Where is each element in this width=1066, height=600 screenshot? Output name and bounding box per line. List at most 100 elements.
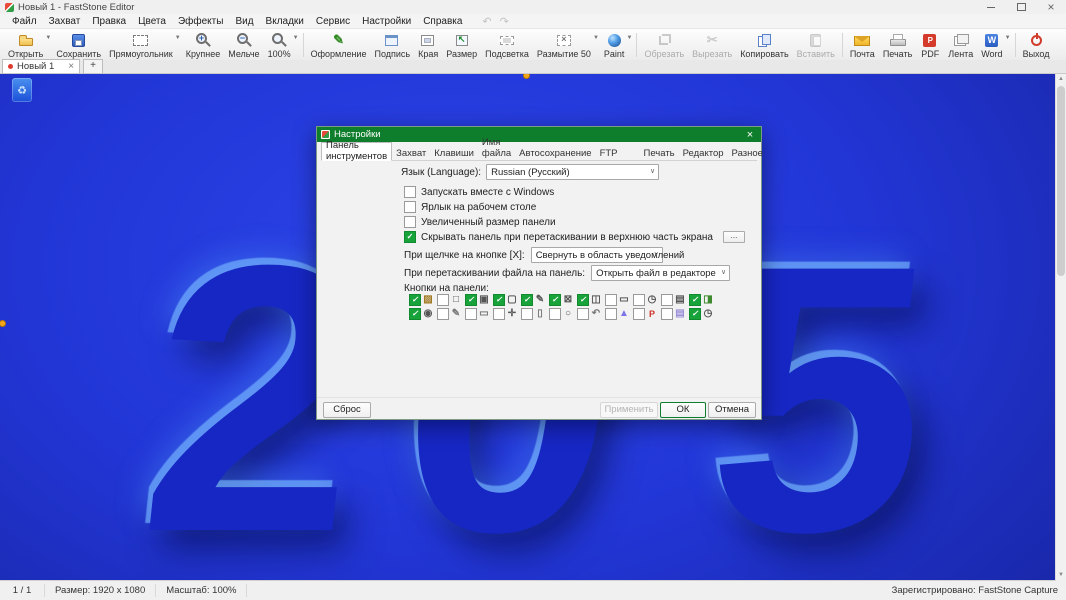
panel-button-capture-delay[interactable]: ◷ <box>633 294 658 306</box>
toolbar-button-caption[interactable]: Подпись <box>370 30 414 60</box>
selection-handle-left[interactable] <box>0 320 6 327</box>
menu-item-help[interactable]: Справка <box>417 14 468 28</box>
dialog-tab-misc[interactable]: Разное <box>728 147 767 161</box>
panel-button-combine-images[interactable]: ▤ <box>661 308 686 320</box>
menu-item-file[interactable]: Файл <box>6 14 43 28</box>
panel-button-capture-active-window[interactable]: ▣ <box>465 294 490 306</box>
document-tab[interactable]: Новый 1 × <box>2 59 80 73</box>
checkbox-screen-draw[interactable] <box>577 308 589 320</box>
reset-button[interactable]: Сброс <box>323 402 371 418</box>
panel-button-screen-recorder[interactable]: ◨ <box>689 294 714 306</box>
dropdown-arrow-icon[interactable]: ▼ <box>593 35 599 41</box>
checkbox-open-file[interactable] <box>409 294 421 306</box>
minimize-button[interactable] <box>976 0 1006 14</box>
language-select[interactable]: Russian (Русский) ∨ <box>486 164 659 180</box>
panel-button-color-picker[interactable]: ✎ <box>437 308 462 320</box>
panel-button-capture-fixed-region[interactable]: ▭ <box>605 294 630 306</box>
menu-item-service[interactable]: Сервис <box>310 14 356 28</box>
dropdown-arrow-icon[interactable]: ▼ <box>45 35 51 41</box>
panel-button-screen-magnifier[interactable]: ○ <box>549 308 574 320</box>
scroll-up-icon[interactable]: ▲ <box>1056 74 1066 85</box>
menu-item-tabs[interactable]: Вкладки <box>260 14 310 28</box>
close-button[interactable] <box>1036 0 1066 14</box>
checkbox-combine-images[interactable] <box>661 308 673 320</box>
option-desktop-shortcut[interactable]: Ярлык на рабочем столе <box>404 201 536 213</box>
dropdown-arrow-icon[interactable]: ▼ <box>626 35 632 41</box>
toolbar-button-mail[interactable]: Почта <box>846 30 879 60</box>
select-drop-file-action[interactable]: Открыть файл в редакторе∨ <box>591 265 730 281</box>
checkbox-pdf-converter[interactable] <box>633 308 645 320</box>
menu-item-view[interactable]: Вид <box>229 14 259 28</box>
dialog-close-icon[interactable]: × <box>739 129 761 141</box>
checkbox-capture-fixed-region[interactable] <box>605 294 617 306</box>
toolbar-button-open-folder[interactable]: Открыть▼ <box>4 30 52 60</box>
checkbox-hide-panel-on-drag[interactable] <box>404 231 416 243</box>
apply-button[interactable]: Применить <box>600 402 658 418</box>
toolbar-button-rect-select[interactable]: Прямоугольник▼ <box>105 30 182 60</box>
dialog-tab-ftp[interactable]: FTP <box>596 147 622 161</box>
panel-button-open-file[interactable]: ▨ <box>409 294 434 306</box>
panel-button-capture-window[interactable]: □ <box>437 294 462 306</box>
new-tab-button[interactable]: + <box>83 59 103 73</box>
dialog-tab-capture[interactable]: Захват <box>392 147 430 161</box>
toolbar-button-paint[interactable]: Paint▼ <box>600 30 634 60</box>
toolbar-button-pdf[interactable]: PPDF <box>916 30 944 60</box>
option-run-with-windows[interactable]: Запускать вместе с Windows <box>404 186 554 198</box>
checkbox-color-picker[interactable] <box>437 308 449 320</box>
dialog-tab-hotkeys[interactable]: Клавиши <box>430 147 478 161</box>
menu-item-settings[interactable]: Настройки <box>356 14 417 28</box>
more-options-button[interactable]: ... <box>723 231 745 243</box>
toolbar-button-blur[interactable]: ×Размытие 50▼ <box>533 30 600 60</box>
panel-button-capture-fullscreen[interactable]: ⊠ <box>549 294 574 306</box>
checkbox-capture-scrolling[interactable] <box>577 294 589 306</box>
panel-button-screen-timer[interactable]: ◷ <box>689 308 714 320</box>
panel-button-capture-menu[interactable]: ▤ <box>661 294 686 306</box>
selection-handle-top[interactable] <box>523 74 530 79</box>
dialog-tab-filename[interactable]: Имя файла <box>478 136 515 161</box>
checkbox-capture-fullscreen[interactable] <box>549 294 561 306</box>
menu-item-edit[interactable]: Правка <box>86 14 132 28</box>
toolbar-button-save-disk[interactable]: Сохранить <box>52 30 105 60</box>
checkbox-screen-focus[interactable] <box>605 308 617 320</box>
toolbar-button-zoom-100[interactable]: 100%▼ <box>264 30 300 60</box>
checkbox-desktop-shortcut[interactable] <box>404 201 416 213</box>
dropdown-arrow-icon[interactable]: ▼ <box>1005 35 1011 41</box>
panel-button-screen-focus[interactable]: ▲ <box>605 308 630 320</box>
checkbox-capture-delay[interactable] <box>633 294 645 306</box>
dialog-tab-autosave[interactable]: Автосохранение <box>515 147 595 161</box>
panel-button-screen-widescreen[interactable]: ▯ <box>521 308 546 320</box>
toolbar-button-film[interactable]: Лента <box>944 30 977 60</box>
option-large-panel[interactable]: Увеличенный размер панели <box>404 216 556 228</box>
vertical-scrollbar[interactable]: ▲ ▼ <box>1055 74 1066 581</box>
panel-button-capture-freehand[interactable]: ✎ <box>521 294 546 306</box>
checkbox-to-editor[interactable] <box>409 308 421 320</box>
toolbar-button-exit[interactable]: Выход <box>1019 30 1054 60</box>
option-hide-panel-on-drag[interactable]: Скрывать панель при перетаскивании в вер… <box>404 231 745 243</box>
panel-button-pdf-converter[interactable]: P <box>633 308 658 320</box>
select-close-button-action[interactable]: Свернуть в область уведомлений∨ <box>531 247 663 263</box>
checkbox-capture-rectangle[interactable] <box>493 294 505 306</box>
checkbox-screen-crosshair[interactable] <box>493 308 505 320</box>
dialog-tab-editor[interactable]: Редактор <box>679 147 728 161</box>
panel-button-capture-scrolling[interactable]: ◫ <box>577 294 602 306</box>
scroll-down-icon[interactable]: ▼ <box>1056 570 1066 581</box>
panel-button-screen-crosshair[interactable]: ✛ <box>493 308 518 320</box>
panel-button-screen-ruler[interactable]: ▭ <box>465 308 490 320</box>
toolbar-button-zoom-in[interactable]: +Крупнее <box>182 30 225 60</box>
checkbox-capture-menu[interactable] <box>661 294 673 306</box>
checkbox-screen-timer[interactable] <box>689 308 701 320</box>
image-canvas[interactable]: 2 0 5 ♻ ▲ ▼ Настройки × Панель инструмен… <box>0 74 1066 581</box>
checkbox-screen-recorder[interactable] <box>689 294 701 306</box>
dialog-tab-print[interactable]: Печать <box>640 147 679 161</box>
toolbar-button-resize[interactable]: ↖Размер <box>442 30 481 60</box>
checkbox-capture-freehand[interactable] <box>521 294 533 306</box>
toolbar-button-copy[interactable]: Копировать <box>736 30 792 60</box>
checkbox-screen-magnifier[interactable] <box>549 308 561 320</box>
menu-item-colors[interactable]: Цвета <box>132 14 172 28</box>
cancel-button[interactable]: Отмена <box>708 402 756 418</box>
menu-item-capture[interactable]: Захват <box>43 14 87 28</box>
dropdown-arrow-icon[interactable]: ▼ <box>175 35 181 41</box>
panel-button-screen-draw[interactable]: ↶ <box>577 308 602 320</box>
checkbox-capture-window[interactable] <box>437 294 449 306</box>
panel-button-to-editor[interactable]: ◉ <box>409 308 434 320</box>
